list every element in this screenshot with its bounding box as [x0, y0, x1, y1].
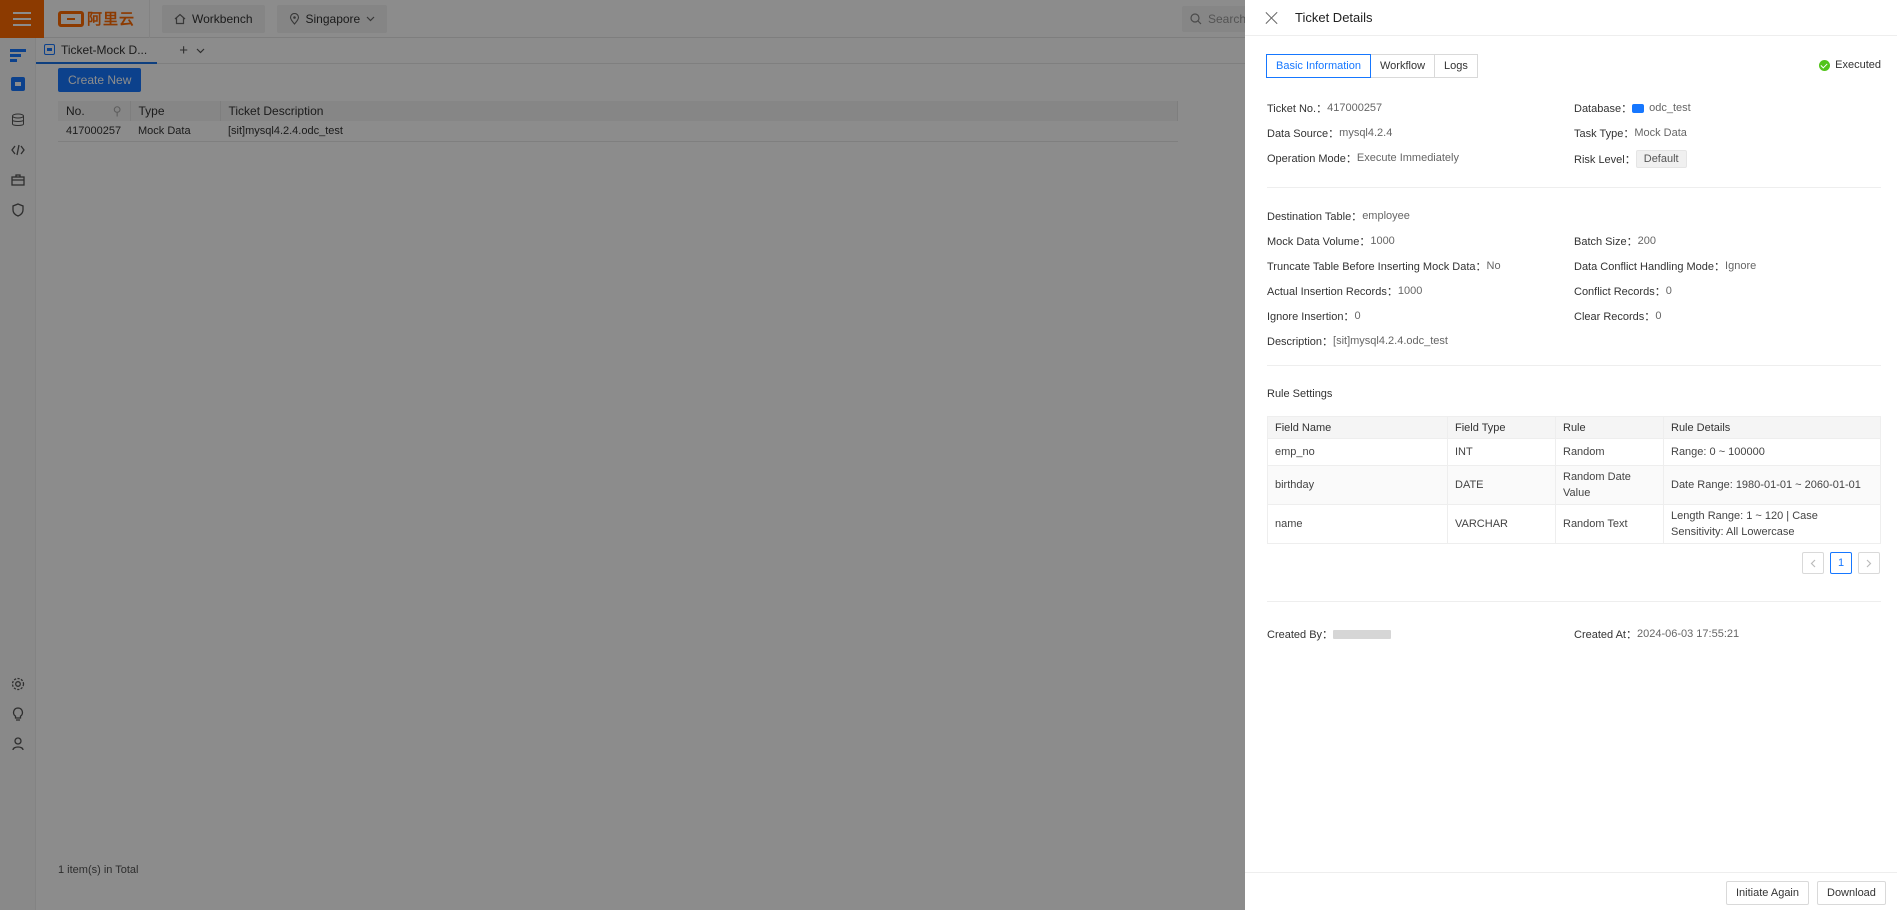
field-clear-records: Clear Records： 0 [1574, 310, 1662, 323]
field-database: Database： odc_test [1574, 102, 1691, 115]
chevron-right-icon [1866, 559, 1872, 567]
prev-page-button[interactable] [1802, 552, 1824, 574]
drawer-header: Ticket Details [1245, 0, 1897, 36]
cell-rule-details: Length Range: 1 ~ 120 | Case Sensitivity… [1663, 504, 1881, 544]
column-header-field-type: Field Type [1447, 416, 1556, 439]
field-ignore-insertion: Ignore Insertion： 0 [1267, 310, 1361, 323]
field-task-type: Task Type： Mock Data [1574, 127, 1687, 140]
field-ticket-no: Ticket No.： 417000257 [1267, 102, 1383, 115]
cell-rule: Random [1555, 438, 1664, 466]
cell-rule: Random Text [1555, 504, 1664, 544]
rule-settings-table: Field Name Field Type Rule Rule Details … [1267, 416, 1881, 544]
rule-header-row: Field Name Field Type Rule Rule Details [1267, 416, 1881, 439]
divider [1267, 365, 1881, 366]
cell-field-name: birthday [1267, 465, 1448, 505]
field-actual-insertion-records: Actual Insertion Records： 1000 [1267, 285, 1423, 298]
drawer-footer: Initiate Again Download [1245, 872, 1897, 910]
next-page-button[interactable] [1858, 552, 1880, 574]
drawer-title: Ticket Details [1295, 10, 1373, 25]
field-batch-size: Batch Size： 200 [1574, 235, 1656, 248]
redacted-user-block [1333, 629, 1392, 639]
field-conflict-records: Conflict Records： 0 [1574, 285, 1672, 298]
tab-basic-information[interactable]: Basic Information [1266, 54, 1371, 78]
field-created-at: Created At： 2024-06-03 17:55:21 [1574, 628, 1740, 641]
close-icon[interactable] [1265, 11, 1279, 25]
database-icon [1632, 103, 1645, 113]
app-root: 阿里云 Workbench Singapore Search Ticket-Mo… [0, 0, 1897, 910]
pagination: 1 [1802, 552, 1880, 574]
divider [1267, 187, 1881, 188]
table-row: emp_no INT Random Range: 0 ~ 100000 [1267, 438, 1881, 466]
tab-logs[interactable]: Logs [1434, 54, 1478, 78]
chevron-left-icon [1810, 559, 1816, 567]
tab-workflow[interactable]: Workflow [1369, 54, 1436, 78]
initiate-again-button[interactable]: Initiate Again [1726, 881, 1809, 905]
risk-level-badge: Default [1635, 150, 1687, 168]
field-truncate-table: Truncate Table Before Inserting Mock Dat… [1267, 260, 1501, 273]
cell-rule-details: Range: 0 ~ 100000 [1663, 438, 1881, 466]
column-header-rule-details: Rule Details [1663, 416, 1881, 439]
field-risk-level: Risk Level： Default [1574, 150, 1687, 168]
ticket-details-drawer: Ticket Details Basic Information Workflo… [1245, 0, 1897, 910]
field-created-by: Created By： [1267, 626, 1392, 642]
cell-field-name: emp_no [1267, 438, 1448, 466]
field-data-source: Data Source： mysql4.2.4 [1267, 127, 1393, 140]
status-text: Executed [1835, 59, 1881, 71]
field-operation-mode: Operation Mode： Execute Immediately [1267, 152, 1459, 165]
download-button[interactable]: Download [1817, 881, 1886, 905]
cell-field-name: name [1267, 504, 1448, 544]
field-conflict-mode: Data Conflict Handling Mode： Ignore [1574, 260, 1757, 273]
table-row: name VARCHAR Random Text Length Range: 1… [1267, 504, 1881, 544]
rule-settings-title: Rule Settings [1267, 388, 1333, 400]
column-header-field-name: Field Name [1267, 416, 1448, 439]
cell-rule: Random Date Value [1555, 465, 1664, 505]
table-row: birthday DATE Random Date Value Date Ran… [1267, 465, 1881, 505]
status-badge: Executed [1819, 59, 1881, 71]
cell-rule-details: Date Range: 1980-01-01 ~ 2060-01-01 [1663, 465, 1881, 505]
cell-field-type: VARCHAR [1447, 504, 1556, 544]
cell-field-type: INT [1447, 438, 1556, 466]
column-header-rule: Rule [1555, 416, 1664, 439]
detail-tabs: Basic Information Workflow Logs [1266, 54, 1478, 78]
check-circle-icon [1819, 59, 1831, 71]
field-description: Description： [sit]mysql4.2.4.odc_test [1267, 335, 1448, 348]
divider [1267, 601, 1881, 602]
field-mock-data-volume: Mock Data Volume： 1000 [1267, 235, 1395, 248]
cell-field-type: DATE [1447, 465, 1556, 505]
page-1-button[interactable]: 1 [1830, 552, 1852, 574]
field-destination-table: Destination Table： employee [1267, 210, 1410, 223]
